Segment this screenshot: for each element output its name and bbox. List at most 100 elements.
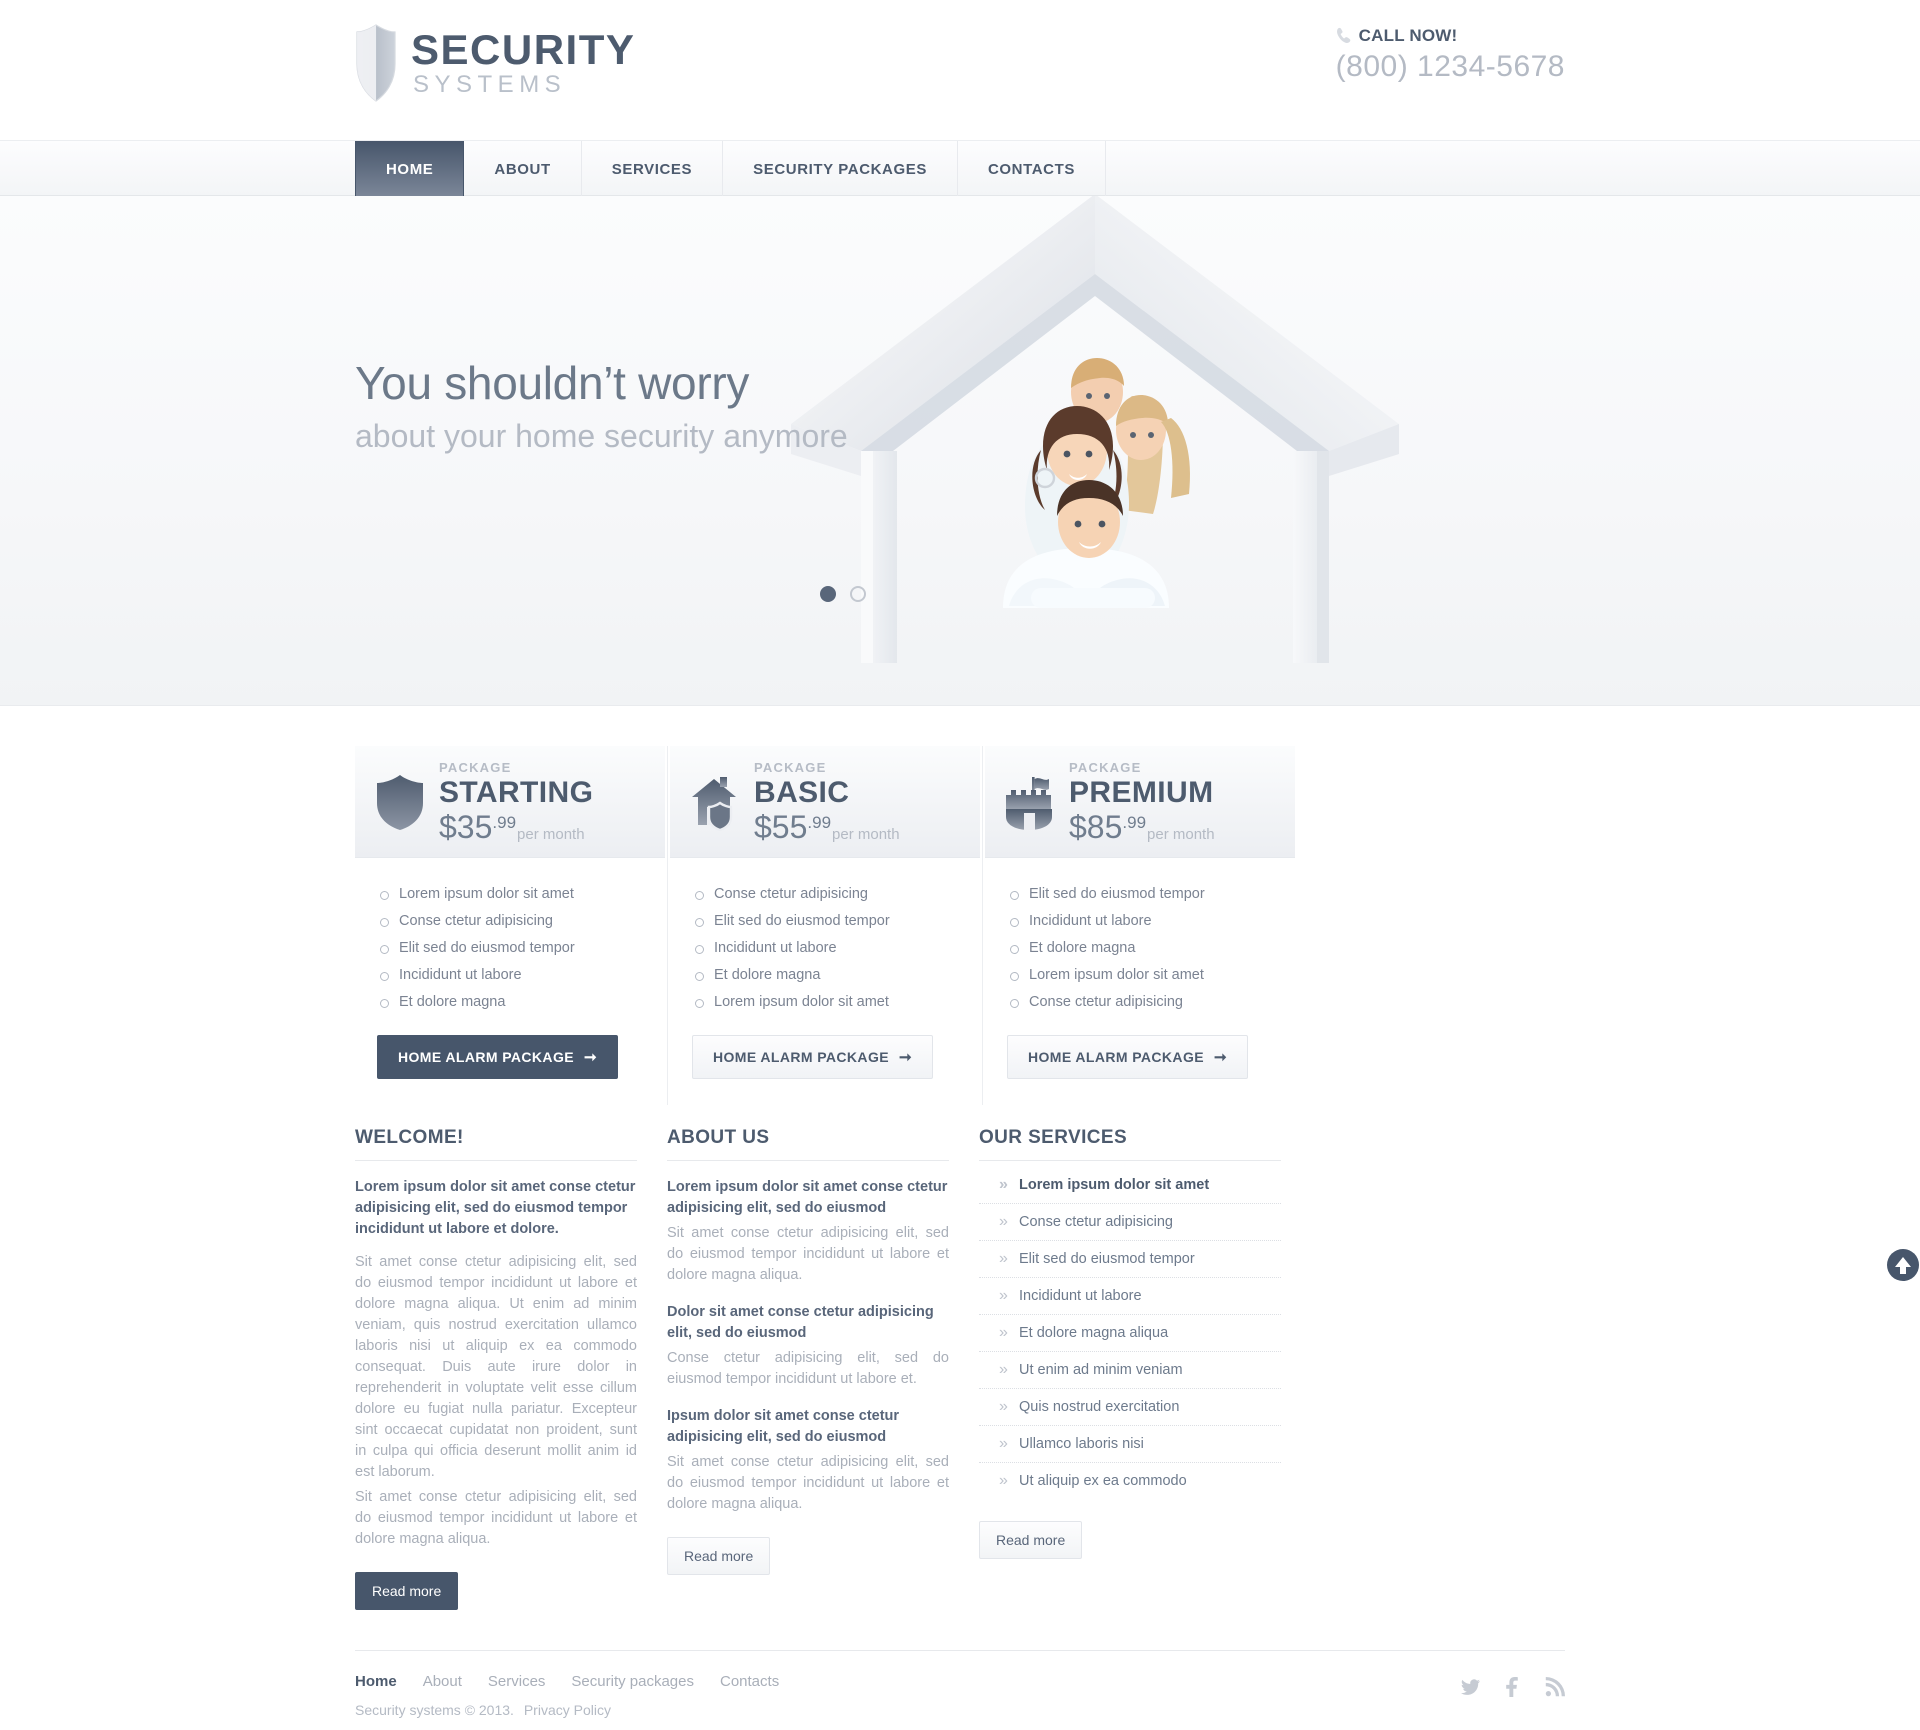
page-title: WELCOME! [355,1127,637,1161]
about-block-3-body: Sit amet conse ctetur adipisicing elit, … [667,1454,949,1513]
copyright-text: Security systems © 2013. [355,1702,514,1719]
list-item: Lorem ipsum dolor sit amet [1007,961,1273,988]
package-card-premium: PACKAGE PREMIUM $85 .99 per month Elit s… [985,746,1295,1105]
home-alarm-package-button[interactable]: HOME ALARM PACKAGE ➞ [1007,1035,1248,1079]
footer-link-home[interactable]: Home [355,1673,397,1690]
list-item[interactable]: Elit sed do eiusmod tempor [979,1241,1281,1278]
read-more-button[interactable]: Read more [667,1537,771,1576]
about-block-2-title: Dolor sit amet conse ctetur adipisicing … [667,1304,934,1342]
nav-item-contacts[interactable]: CONTACTS [958,141,1106,197]
privacy-policy-link[interactable]: Privacy Policy [524,1702,611,1718]
nav-item-about[interactable]: ABOUT [464,141,582,197]
house-shield-icon [688,773,742,831]
package-header: PACKAGE STARTING $35 .99 per month [355,746,665,858]
list-item: Elit sed do eiusmod tempor [377,934,643,961]
family-photo [965,326,1255,616]
list-item[interactable]: Et dolore magna aliqua [979,1315,1281,1352]
welcome-lead: Lorem ipsum dolor sit amet conse ctetur … [355,1179,636,1238]
copyright: Security systems © 2013. Privacy Policy [355,1702,779,1718]
twitter-icon[interactable] [1461,1677,1481,1697]
shield-icon [355,24,397,102]
services-list: Lorem ipsum dolor sit amet Conse ctetur … [979,1167,1281,1499]
footer-link-security-packages[interactable]: Security packages [571,1673,694,1690]
list-item[interactable]: Ullamco laboris nisi [979,1426,1281,1463]
package-period: per month [1147,825,1215,843]
package-label: PACKAGE [439,759,512,775]
footer-link-services[interactable]: Services [488,1673,546,1690]
page-title: ABOUT US [667,1127,949,1161]
footer-link-contacts[interactable]: Contacts [720,1673,779,1690]
package-price: $35 [439,808,493,845]
package-feature-list: Elit sed do eiusmod tempor Incididunt ut… [1007,880,1273,1015]
arrow-right-icon: ➞ [583,1048,597,1066]
nav-item-security-packages[interactable]: SECURITY PACKAGES [723,141,958,197]
list-item[interactable]: Quis nostrud exercitation [979,1389,1281,1426]
site-logo[interactable]: SECURITY SYSTEMS [355,24,635,102]
list-item: Lorem ipsum dolor sit amet [692,988,958,1015]
rss-icon[interactable] [1545,1677,1565,1697]
read-more-button[interactable]: Read more [355,1572,459,1611]
package-header: PACKAGE PREMIUM $85 .99 per month [985,746,1295,858]
list-item: Et dolore magna [1007,934,1273,961]
list-item[interactable]: Ut aliquip ex ea commodo [979,1463,1281,1499]
arrow-right-icon: ➞ [898,1048,912,1066]
page-title: OUR SERVICES [979,1127,1281,1161]
site-header: SECURITY SYSTEMS CALL NOW! (800) 1234-56… [0,0,1920,140]
package-name: PREMIUM [1069,775,1214,809]
package-price: $55 [754,808,808,845]
footer-link-about[interactable]: About [423,1673,462,1690]
package-price: $85 [1069,808,1123,845]
call-now-label-row: CALL NOW! [1336,26,1565,46]
list-item[interactable]: Ut enim ad minim veniam [979,1352,1281,1389]
list-item: Incididunt ut labore [692,934,958,961]
site-footer: Home About Services Security packages Co… [355,1650,1565,1718]
package-feature-list: Lorem ipsum dolor sit amet Conse ctetur … [377,880,643,1015]
list-item[interactable]: Conse ctetur adipisicing [979,1204,1281,1241]
home-alarm-package-button[interactable]: HOME ALARM PACKAGE ➞ [692,1035,933,1079]
arrow-up-circle-icon[interactable] [1886,1248,1920,1282]
page-root: SECURITY SYSTEMS CALL NOW! (800) 1234-56… [0,0,1920,1718]
list-item[interactable]: Lorem ipsum dolor sit amet [979,1167,1281,1204]
list-item: Conse ctetur adipisicing [377,907,643,934]
divider [667,746,668,1105]
call-now-label: CALL NOW! [1358,26,1458,45]
package-period: per month [517,825,585,843]
facebook-icon[interactable] [1503,1677,1523,1698]
package-name: BASIC [754,775,850,809]
home-alarm-package-button[interactable]: HOME ALARM PACKAGE ➞ [377,1035,618,1079]
castle-flag-icon [1003,773,1057,831]
package-period: per month [832,825,900,843]
shield-icon [373,773,427,831]
list-item[interactable]: Incididunt ut labore [979,1278,1281,1315]
slider-dot-1[interactable] [820,586,836,602]
social-links [1461,1673,1565,1698]
button-label: HOME ALARM PACKAGE [398,1049,574,1065]
list-item: Incididunt ut labore [377,961,643,988]
list-item: Incididunt ut labore [1007,907,1273,934]
phone-number[interactable]: (800) 1234-5678 [1336,50,1565,84]
list-item: Elit sed do eiusmod tempor [1007,880,1273,907]
phone-icon [1336,27,1352,45]
list-item: Et dolore magna [377,988,643,1015]
list-item: Conse ctetur adipisicing [1007,988,1273,1015]
package-header: PACKAGE BASIC $55 .99 per month [670,746,980,858]
about-block-1-body: Sit amet conse ctetur adipisicing elit, … [667,1225,949,1284]
package-label: PACKAGE [1069,759,1142,775]
about-column: ABOUT US Lorem ipsum dolor sit amet cons… [667,1127,977,1610]
arrow-right-icon: ➞ [1213,1048,1227,1066]
slider-pager [820,586,866,602]
package-card-starting: PACKAGE STARTING $35 .99 per month Lorem… [355,746,665,1105]
list-item: Et dolore magna [692,961,958,988]
slider-dot-2[interactable] [850,586,866,602]
package-cents: .99 [1122,812,1147,832]
call-block: CALL NOW! (800) 1234-5678 [1336,26,1565,84]
nav-item-services[interactable]: SERVICES [582,141,724,197]
divider [982,746,983,1105]
read-more-button[interactable]: Read more [979,1521,1083,1559]
logo-title: SECURITY [411,26,636,73]
package-card-basic: PACKAGE BASIC $55 .99 per month Conse ct… [670,746,980,1105]
list-item: Lorem ipsum dolor sit amet [377,880,643,907]
list-item: Conse ctetur adipisicing [692,880,958,907]
welcome-body-1: Sit amet conse ctetur adipisicing elit, … [355,1254,637,1481]
nav-item-home[interactable]: HOME [355,141,465,197]
